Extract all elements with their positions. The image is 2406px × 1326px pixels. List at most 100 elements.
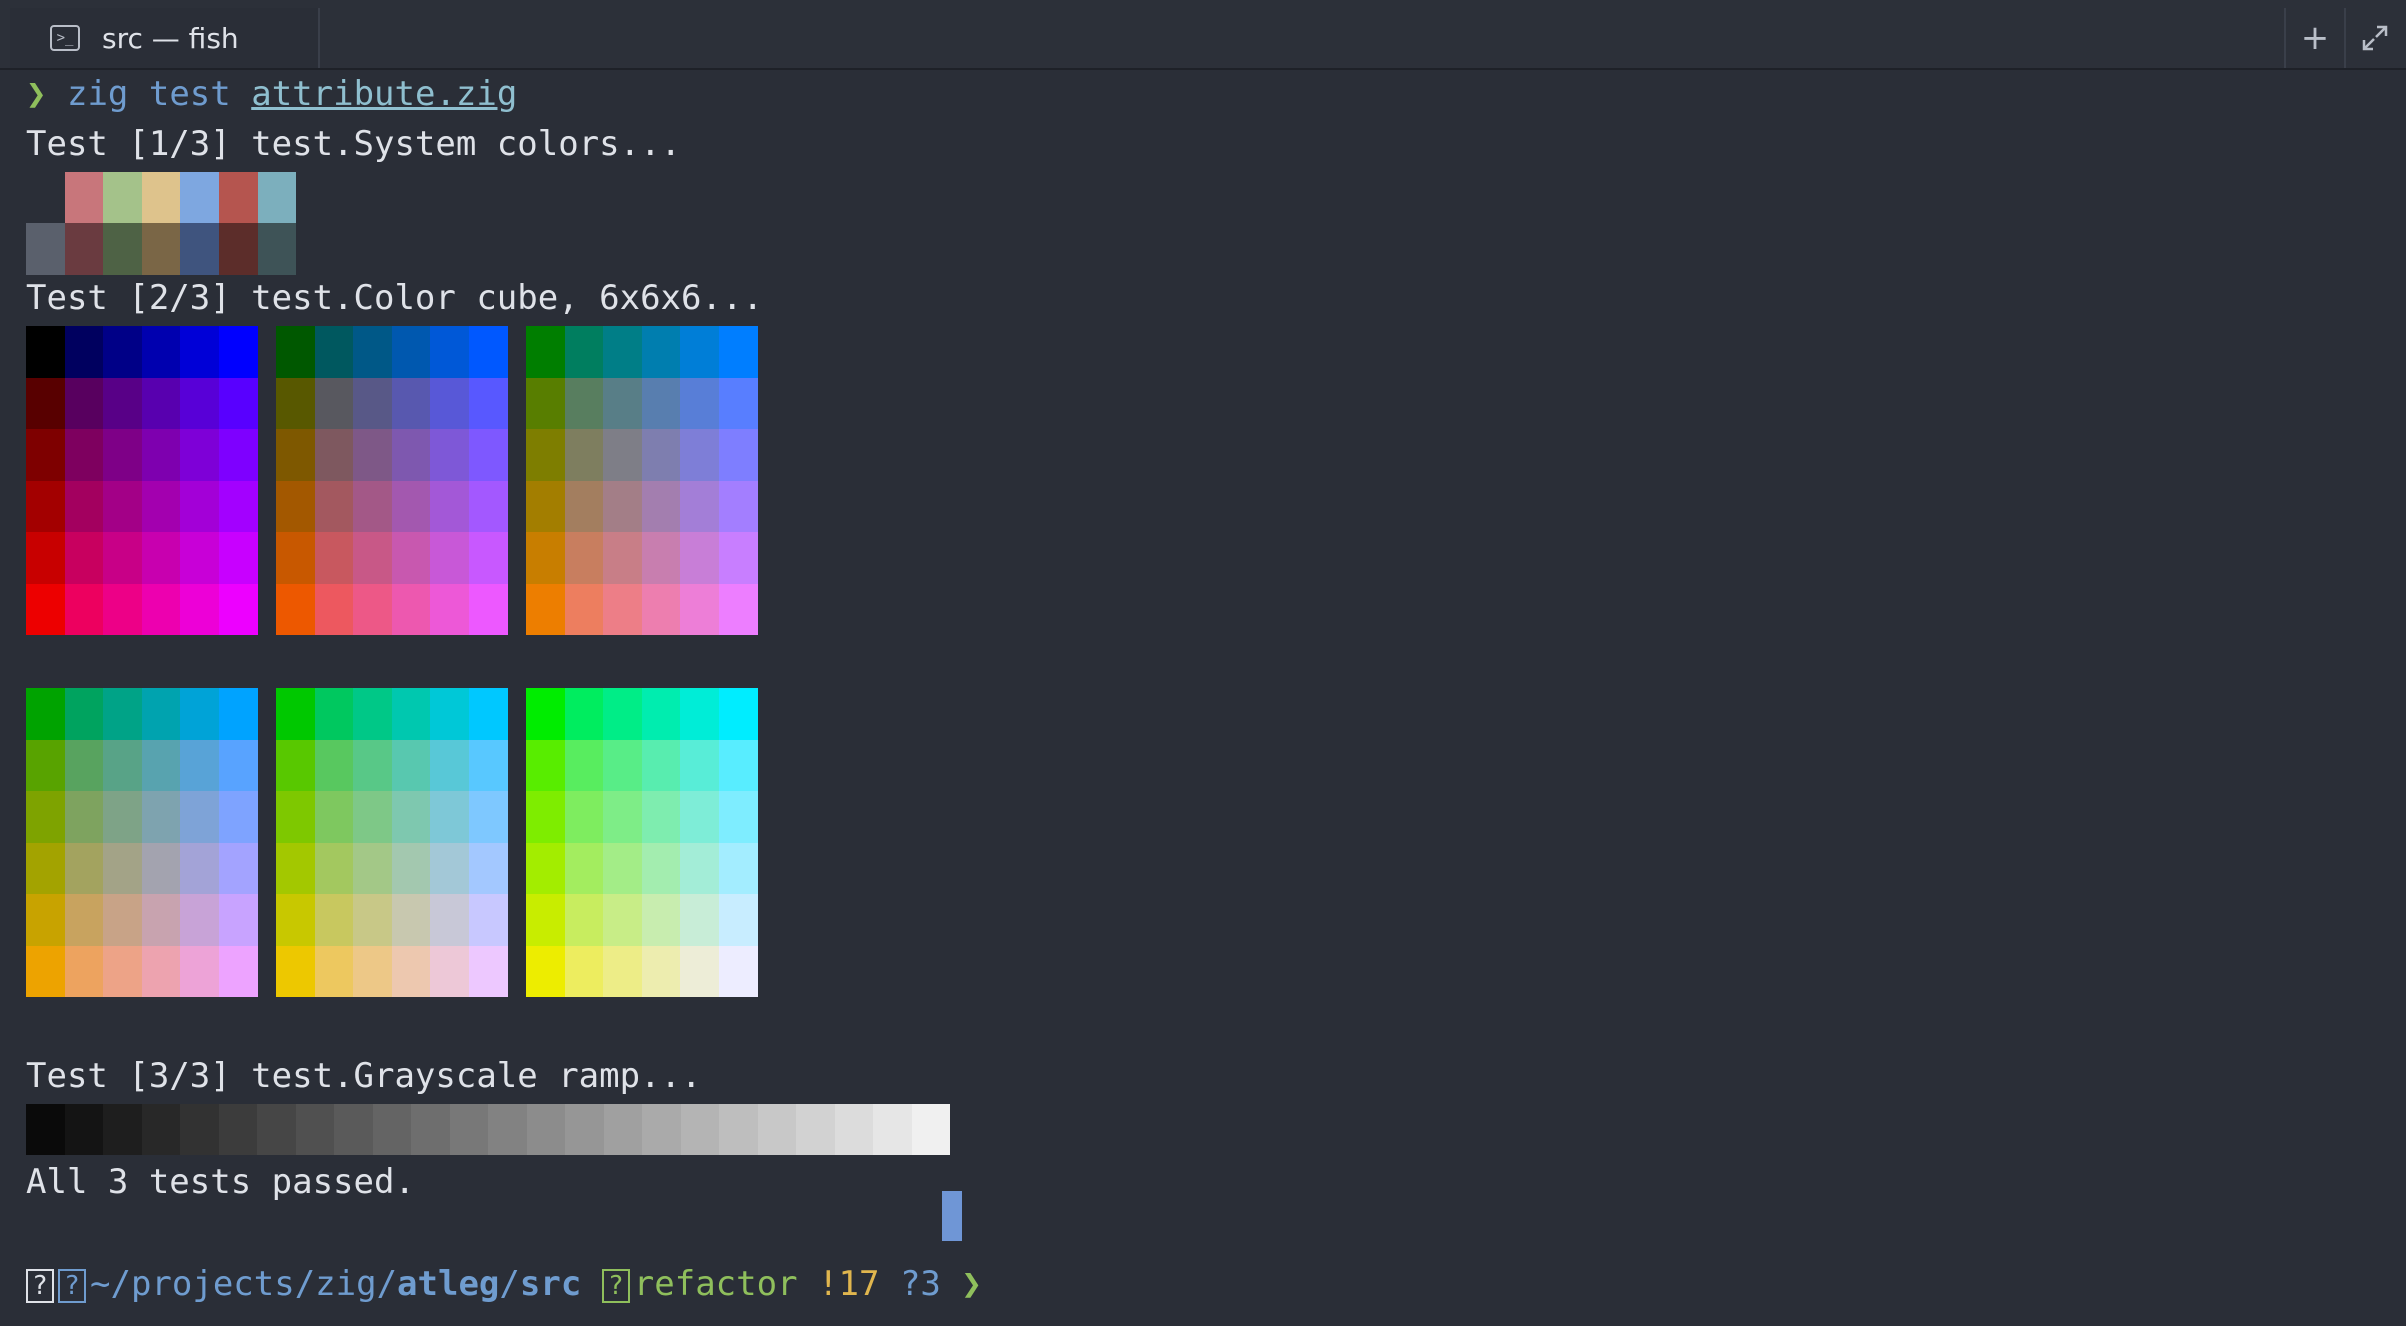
color-cube-cell [180, 894, 219, 946]
color-cube-cell [26, 429, 65, 481]
grayscale-cell [873, 1104, 912, 1155]
color-cube-cell [218, 842, 258, 894]
grayscale-cell [141, 1104, 180, 1155]
color-cube-cell [526, 894, 565, 946]
command-text: zig test [66, 74, 231, 114]
system-color-swatch [218, 172, 258, 224]
color-cube-cell [141, 894, 181, 946]
color-cube-cell [276, 532, 315, 584]
tab-src-fish[interactable]: >_ src — fish [10, 8, 320, 68]
plus-icon: + [2300, 18, 2330, 58]
color-cube-cell [103, 583, 142, 635]
color-cube-cell [468, 480, 508, 532]
color-cube-cell [26, 532, 65, 584]
color-cube-cell [468, 429, 508, 481]
color-cube-cell [64, 326, 104, 378]
system-colors-row-1 [26, 172, 297, 224]
new-tab-button[interactable]: + [2284, 8, 2344, 68]
color-cube-cell [564, 791, 604, 843]
color-cube-cell [103, 326, 142, 378]
color-cube-cell [430, 480, 469, 532]
grayscale-ramp [26, 1104, 950, 1155]
color-cube-cell [718, 842, 758, 894]
color-cube-cell [64, 842, 104, 894]
color-cube-cell [603, 894, 642, 946]
color-cube-cell [391, 480, 431, 532]
color-cube-cell [103, 532, 142, 584]
status-box-icon: ? [26, 1268, 54, 1303]
system-color-swatch [26, 172, 65, 224]
tab-title: src — fish [102, 21, 239, 55]
prompt-arrow: ❯ [961, 1264, 982, 1304]
color-cube-cell [353, 429, 392, 481]
color-cube-block-4 [26, 688, 258, 997]
color-cube-cell [564, 583, 604, 635]
system-colors-row-2 [26, 223, 297, 275]
fullscreen-button[interactable] [2344, 8, 2404, 68]
color-cube-cell [391, 377, 431, 429]
color-cube-cell [430, 532, 469, 584]
color-cube-cell [26, 377, 65, 429]
color-cube-cell [391, 791, 431, 843]
color-cube-cell [353, 842, 392, 894]
color-cube-cell [391, 842, 431, 894]
color-cube-cell [526, 583, 565, 635]
color-cube-cell [641, 894, 681, 946]
color-cube-cell [526, 842, 565, 894]
color-cube-cell [276, 688, 315, 740]
color-cube-cell [564, 945, 604, 997]
color-cube-cell [718, 688, 758, 740]
color-cube-cell [680, 894, 719, 946]
color-cube-cell [718, 945, 758, 997]
color-cube-cell [26, 842, 65, 894]
color-cube-cell [603, 532, 642, 584]
color-cube-cell [314, 945, 354, 997]
color-cube-cell [276, 480, 315, 532]
color-cube-cell [603, 739, 642, 791]
color-cube-cell [353, 326, 392, 378]
grayscale-cell [796, 1104, 835, 1155]
color-cube-cell [26, 583, 65, 635]
color-cube-cell [180, 945, 219, 997]
command-arg: attribute.zig [251, 74, 518, 114]
tab-bar: >_ src — fish + [0, 0, 2406, 70]
color-cube-cell [680, 532, 719, 584]
system-color-swatch [26, 223, 65, 275]
color-cube-cell [103, 688, 142, 740]
folder-box-icon: ? [58, 1268, 86, 1303]
color-cube-cell [353, 583, 392, 635]
color-cube-cell [391, 429, 431, 481]
grayscale-cell [526, 1104, 565, 1155]
color-cube-cell [276, 894, 315, 946]
color-cube-block-3 [526, 326, 758, 635]
system-color-swatch [180, 172, 219, 224]
color-cube-cell [180, 739, 219, 791]
color-cube-cell [218, 894, 258, 946]
color-cube-cell [276, 842, 315, 894]
color-cube-cell [64, 429, 104, 481]
color-cube-cell [64, 739, 104, 791]
color-cube-cell [718, 739, 758, 791]
color-cube-cell [353, 739, 392, 791]
grayscale-cell [642, 1104, 681, 1155]
color-cube-cell [641, 791, 681, 843]
color-cube-cell [103, 945, 142, 997]
color-cube-cell [141, 945, 181, 997]
color-cube-cell [218, 688, 258, 740]
color-cube-cell [64, 583, 104, 635]
color-cube-cell [276, 791, 315, 843]
color-cube-cell [141, 429, 181, 481]
color-cube-cell [468, 739, 508, 791]
color-cube-cell [26, 791, 65, 843]
color-cube-cell [564, 326, 604, 378]
color-cube-cell [526, 326, 565, 378]
system-color-swatch [64, 223, 104, 275]
color-cube-cell [468, 532, 508, 584]
color-cube-cell [718, 894, 758, 946]
color-cube-cell [64, 791, 104, 843]
grayscale-cell [257, 1104, 296, 1155]
color-cube-cell [564, 894, 604, 946]
color-cube-cell [680, 791, 719, 843]
git-modified: !17 [818, 1264, 880, 1304]
color-cube-cell [603, 688, 642, 740]
